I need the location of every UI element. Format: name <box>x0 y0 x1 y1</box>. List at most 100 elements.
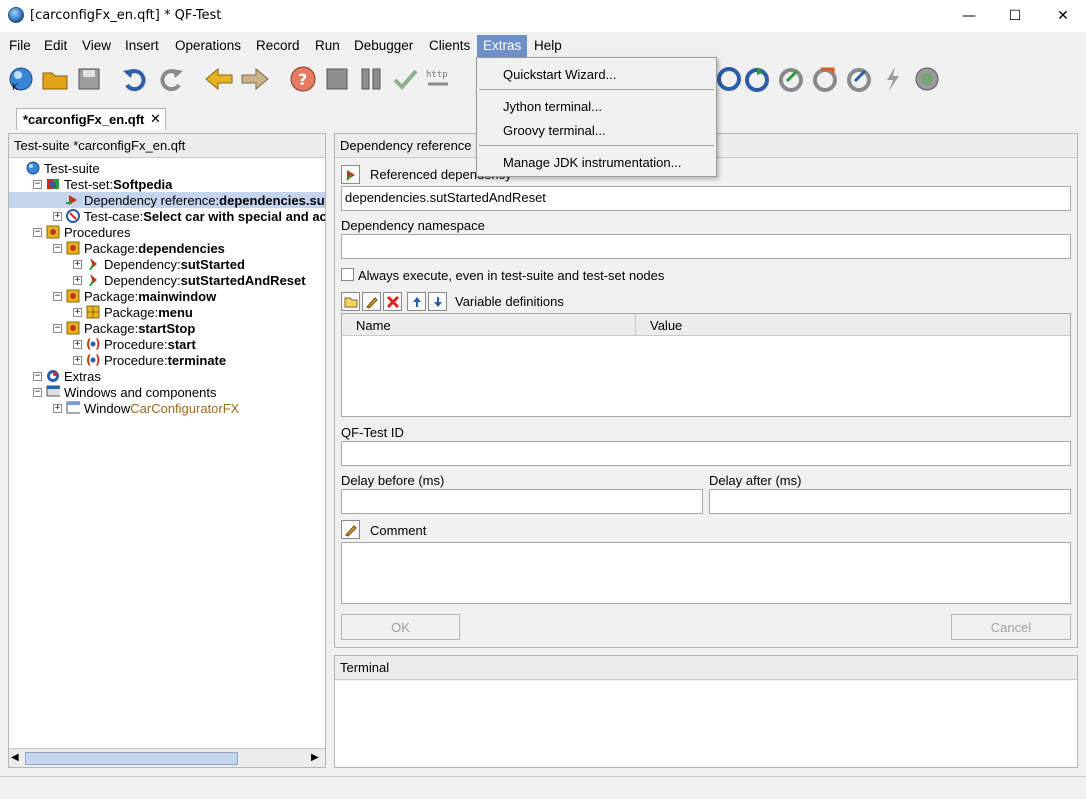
expand-icon[interactable]: + <box>73 307 82 317</box>
tab-suite[interactable]: *carconfigFx_en.qft <box>16 108 166 130</box>
menu-file[interactable]: File <box>3 35 37 57</box>
http-icon[interactable]: http <box>424 64 454 94</box>
collapse-icon[interactable]: − <box>53 243 62 253</box>
delay-before-field[interactable] <box>341 489 703 514</box>
cancel-button[interactable]: Cancel <box>951 614 1071 640</box>
save-icon[interactable] <box>74 64 104 94</box>
tree-node[interactable]: − Package: mainwindow <box>9 288 216 304</box>
step-out-icon[interactable] <box>810 64 840 94</box>
menu-run[interactable]: Run <box>309 35 346 57</box>
tree-node[interactable]: Dependency reference: dependencies.sutSt… <box>9 192 325 208</box>
open-icon[interactable] <box>40 64 70 94</box>
tree-node[interactable]: + Test-case: Select car with special and … <box>9 208 325 224</box>
qftest-id-field[interactable] <box>341 441 1071 466</box>
collapse-icon[interactable]: − <box>53 323 62 333</box>
referenced-dependency-field[interactable]: dependencies.sutStartedAndReset <box>341 186 1071 211</box>
menu-item-jython-terminal[interactable]: Jython terminal... <box>503 99 602 114</box>
minimize-button[interactable]: — <box>946 0 992 32</box>
help-icon[interactable]: ? <box>288 64 318 94</box>
pause-icon[interactable] <box>356 64 386 94</box>
tree-node[interactable]: + () Procedure: start <box>9 336 196 352</box>
add-variable-icon[interactable] <box>341 292 360 311</box>
horizontal-scrollbar[interactable]: ◀ ▶ <box>9 748 325 767</box>
menu-record[interactable]: Record <box>250 35 306 57</box>
tree-node[interactable]: − Windows and components <box>9 384 216 400</box>
stop-icon[interactable] <box>322 64 352 94</box>
back-icon[interactable] <box>204 64 234 94</box>
menu-extras[interactable]: Extras <box>477 35 528 57</box>
menu-view[interactable]: View <box>76 35 117 57</box>
tree-node[interactable]: − Extras <box>9 368 101 384</box>
variable-definitions-table[interactable]: Name Value <box>341 313 1071 417</box>
edit-variable-icon[interactable] <box>362 292 381 311</box>
collapse-icon[interactable]: − <box>33 387 42 397</box>
forward-icon[interactable] <box>240 64 270 94</box>
collapse-icon[interactable]: − <box>33 179 42 189</box>
menu-item-groovy-terminal[interactable]: Groovy terminal... <box>503 123 606 138</box>
tree-node[interactable]: + Package: menu <box>9 304 193 320</box>
continue-icon[interactable] <box>878 64 908 94</box>
collapse-icon[interactable]: − <box>53 291 62 301</box>
tree-node[interactable]: + () Procedure: terminate <box>9 352 226 368</box>
delay-after-field[interactable] <box>709 489 1071 514</box>
expand-icon[interactable]: + <box>73 339 82 349</box>
close-button[interactable]: ✕ <box>1040 0 1086 32</box>
tree-node[interactable]: − Package: dependencies <box>9 240 225 256</box>
tree-node-name: start <box>167 336 196 352</box>
comment-field[interactable] <box>341 542 1071 604</box>
menu-debugger[interactable]: Debugger <box>348 35 419 57</box>
menu-clients[interactable]: Clients <box>423 35 476 57</box>
window-icon <box>66 401 80 415</box>
move-up-icon[interactable] <box>407 292 426 311</box>
package-icon <box>66 241 80 255</box>
expand-icon[interactable]: + <box>73 355 82 365</box>
expand-icon[interactable]: + <box>73 259 82 269</box>
run-icon[interactable] <box>714 64 744 94</box>
scroll-left-icon[interactable]: ◀ <box>11 752 19 763</box>
undo-icon[interactable] <box>120 64 150 94</box>
tree-node[interactable]: Test-suite <box>9 160 100 176</box>
check-icon[interactable] <box>390 64 420 94</box>
namespace-field[interactable] <box>341 234 1071 259</box>
comment-edit-icon[interactable] <box>341 520 360 539</box>
tree-node[interactable]: + Dependency: sutStarted <box>9 256 245 272</box>
ok-button[interactable]: OK <box>341 614 460 640</box>
breakpoint-icon[interactable] <box>912 64 942 94</box>
menu-item-manage-jdk-instrumentation[interactable]: Manage JDK instrumentation... <box>503 155 681 170</box>
step-over-icon[interactable] <box>776 64 806 94</box>
expand-icon[interactable]: + <box>53 403 62 413</box>
tab-close-icon[interactable]: ✕ <box>150 111 161 127</box>
column-header-name[interactable]: Name <box>342 314 636 336</box>
redo-icon[interactable] <box>156 64 186 94</box>
tree-node-name: dependencies.sutStartedAndReset <box>219 192 325 208</box>
column-header-value[interactable]: Value <box>636 314 1070 336</box>
skip-icon[interactable] <box>844 64 874 94</box>
menu-insert[interactable]: Insert <box>119 35 165 57</box>
menu-operations[interactable]: Operations <box>169 35 247 57</box>
tree-node[interactable]: − Test-set: Softpedia <box>9 176 172 192</box>
expand-icon[interactable]: + <box>53 211 62 221</box>
tree-node[interactable]: + Window CarConfiguratorFX <box>9 400 239 416</box>
collapse-icon[interactable]: − <box>33 227 42 237</box>
tree-node[interactable]: − Package: startStop <box>9 320 195 336</box>
tree-node[interactable]: + Dependency: sutStartedAndReset <box>9 272 306 288</box>
terminal-output[interactable] <box>335 681 1077 767</box>
step-in-icon[interactable] <box>742 64 772 94</box>
menu-item-quickstart-wizard[interactable]: Quickstart Wizard... <box>503 67 616 82</box>
maximize-button[interactable]: ☐ <box>992 0 1038 32</box>
collapse-icon[interactable]: − <box>33 371 42 381</box>
delete-variable-icon[interactable] <box>383 292 402 311</box>
scroll-right-icon[interactable]: ▶ <box>311 752 319 763</box>
menu-edit[interactable]: Edit <box>38 35 73 57</box>
new-suite-icon[interactable]: K <box>6 64 36 94</box>
procedure-icon: () <box>86 353 100 367</box>
referenced-dependency-icon[interactable] <box>341 165 360 184</box>
menu-help[interactable]: Help <box>528 35 568 57</box>
scrollbar-thumb[interactable] <box>25 752 238 765</box>
expand-icon[interactable]: + <box>73 275 82 285</box>
always-execute-checkbox[interactable] <box>341 268 354 281</box>
tree-node-name: dependencies <box>138 240 225 256</box>
move-down-icon[interactable] <box>428 292 447 311</box>
comment-label: Comment <box>370 523 427 538</box>
tree-node[interactable]: − Procedures <box>9 224 130 240</box>
